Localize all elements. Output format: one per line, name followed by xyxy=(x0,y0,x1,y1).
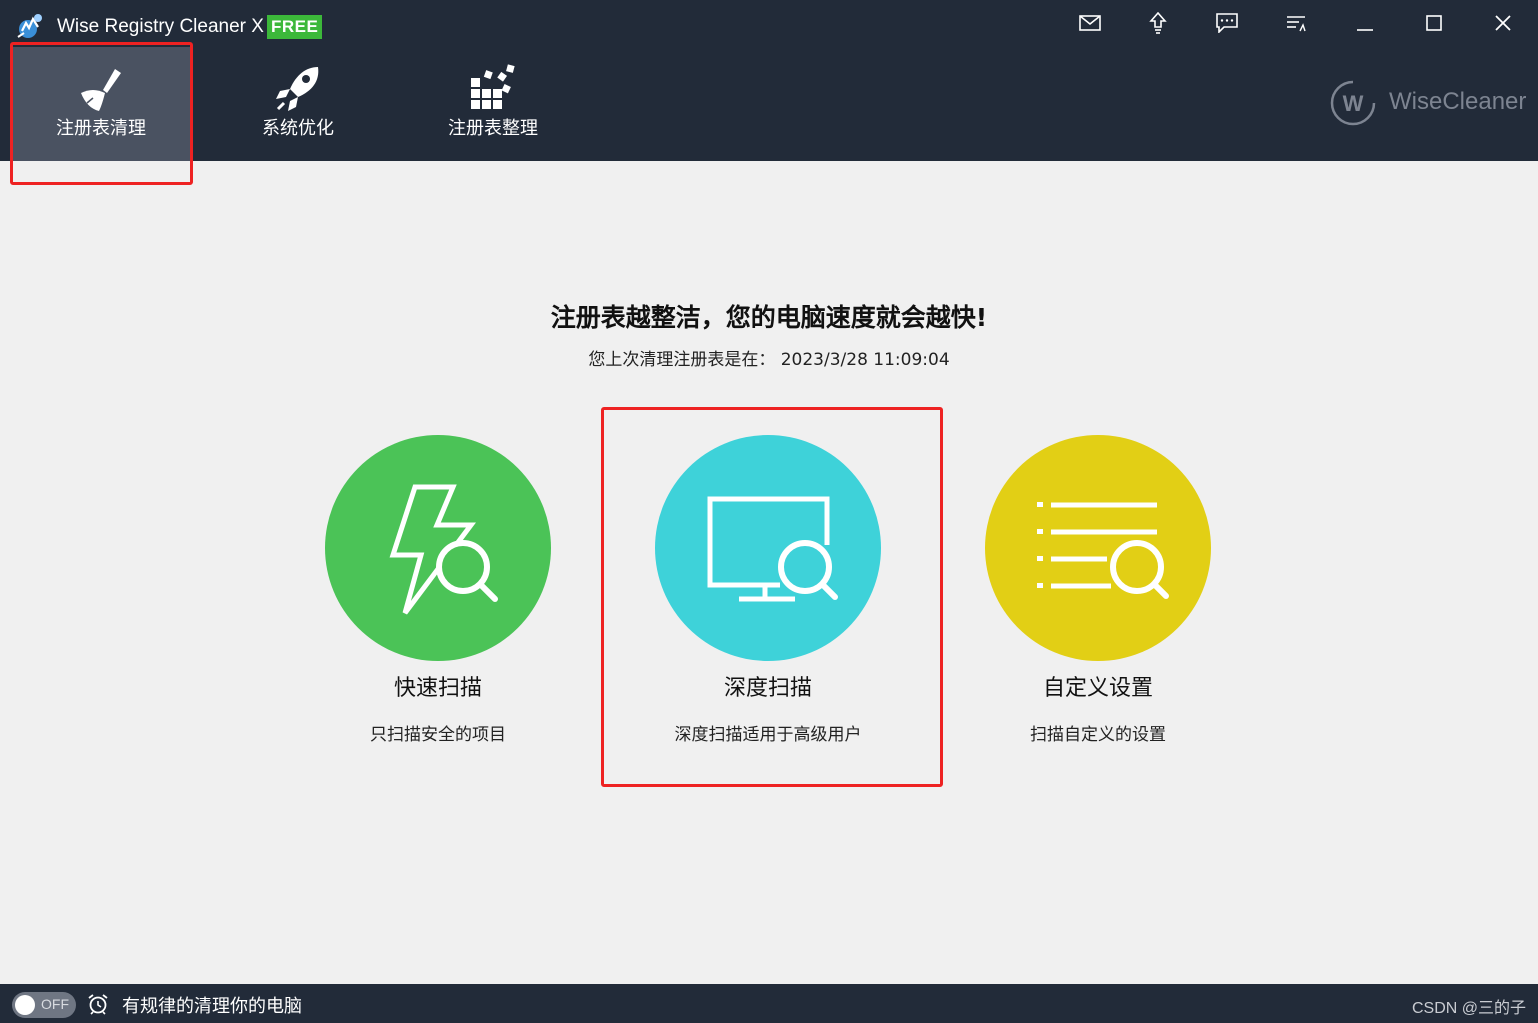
mail-icon[interactable] xyxy=(1075,8,1105,38)
quick-scan-button[interactable] xyxy=(325,435,551,661)
wisecleaner-brand[interactable]: W WiseCleaner xyxy=(1329,79,1529,129)
tab-registry-defrag[interactable]: 注册表整理 xyxy=(404,47,582,161)
app-logo-icon xyxy=(17,14,42,38)
rocket-icon xyxy=(276,67,319,111)
toggle-knob xyxy=(15,995,35,1015)
deep-scan-title: 深度扫描 xyxy=(723,676,812,701)
close-icon[interactable] xyxy=(1488,8,1518,38)
svg-text:W: W xyxy=(1343,91,1364,116)
quick-scan-title: 快速扫描 xyxy=(393,676,482,701)
alarm-clock-icon xyxy=(88,994,108,1015)
custom-settings-button[interactable] xyxy=(985,435,1211,661)
list-search-icon xyxy=(1037,502,1169,599)
monitor-search-icon xyxy=(707,496,838,602)
last-clean-label: 您上次清理注册表是在： xyxy=(588,350,776,370)
custom-settings-card[interactable]: 自定义设置 扫描自定义的设置 xyxy=(933,435,1263,765)
menu-icon[interactable] xyxy=(1281,8,1311,38)
schedule-text[interactable]: 有规律的清理你的电脑 xyxy=(122,992,302,1018)
upgrade-icon[interactable] xyxy=(1143,8,1173,38)
schedule-toggle[interactable]: OFF xyxy=(12,992,76,1018)
feedback-icon[interactable] xyxy=(1212,8,1242,38)
tab-label: 注册表整理 xyxy=(448,118,538,139)
custom-settings-title: 自定义设置 xyxy=(1042,676,1153,701)
deep-scan-button[interactable] xyxy=(655,435,881,661)
tab-label: 注册表清理 xyxy=(56,118,146,139)
defrag-blocks-icon xyxy=(471,64,515,109)
brand-text: WiseCleaner xyxy=(1389,88,1527,115)
last-clean-info: 您上次清理注册表是在： 2023/3/28 11:09:04 xyxy=(0,345,1538,370)
app-title: Wise Registry Cleaner X xyxy=(57,16,264,37)
broom-icon xyxy=(81,69,121,111)
tab-label: 系统优化 xyxy=(262,118,334,139)
quick-scan-desc: 只扫描安全的项目 xyxy=(370,725,506,745)
deep-scan-card[interactable]: 深度扫描 深度扫描适用于高级用户 xyxy=(603,435,933,765)
watermark: CSDN @三的子 xyxy=(1411,1000,1526,1017)
deep-scan-desc: 深度扫描适用于高级用户 xyxy=(674,725,862,745)
last-clean-time: 2023/3/28 11:09:04 xyxy=(780,350,950,370)
tab-registry-clean[interactable]: 注册表清理 xyxy=(12,47,190,161)
maximize-icon[interactable] xyxy=(1419,8,1449,38)
minimize-icon[interactable] xyxy=(1350,8,1380,38)
headline: 注册表越整洁，您的电脑速度就会越快! xyxy=(550,303,988,332)
tab-system-optimize[interactable]: 系统优化 xyxy=(209,47,387,161)
toggle-state-label: OFF xyxy=(41,996,69,1012)
status-bar: OFF 有规律的清理你的电脑 CSDN @三的子 xyxy=(0,984,1538,1023)
quick-scan-card[interactable]: 快速扫描 只扫描安全的项目 xyxy=(273,435,603,765)
custom-settings-desc: 扫描自定义的设置 xyxy=(1030,725,1166,745)
app-header: Wise Registry Cleaner X FREE 注册表清理 系统优化 … xyxy=(0,0,1538,161)
free-badge: FREE xyxy=(267,15,323,39)
lightning-search-icon xyxy=(389,484,498,615)
wisecleaner-logo-icon: W xyxy=(1330,80,1376,126)
